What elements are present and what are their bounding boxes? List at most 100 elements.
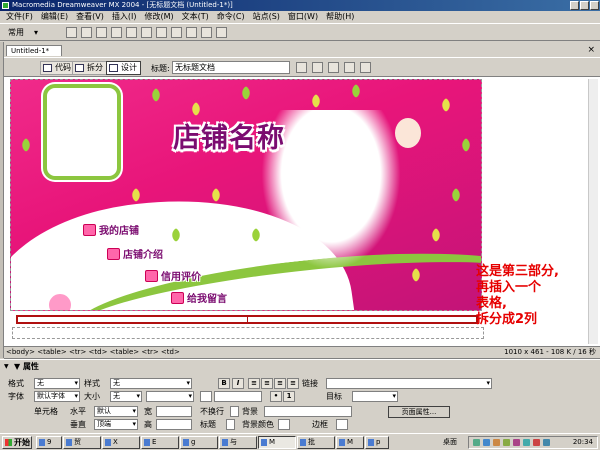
table-cell-outline[interactable] (12, 327, 484, 339)
taskbar-item[interactable]: E (141, 436, 179, 449)
border-color-swatch[interactable] (336, 419, 348, 430)
shop-banner-image[interactable]: 店铺名称 我的店铺 店铺介绍 信用评价 给我留言 (10, 79, 482, 311)
horz-select[interactable]: 默认 (94, 406, 138, 417)
table-column-divider (247, 315, 248, 324)
properties-header[interactable]: ▼ 属性 (4, 362, 39, 372)
maximize-button[interactable] (580, 1, 589, 10)
date-icon[interactable] (171, 27, 182, 38)
insert-category-select[interactable]: 常用 (8, 27, 38, 39)
tray-im-icon[interactable] (483, 439, 490, 446)
taskbar-item[interactable]: 贸 (63, 436, 101, 449)
close-button[interactable] (590, 1, 599, 10)
table-icon[interactable] (111, 27, 122, 38)
text-color-swatch[interactable] (200, 391, 212, 402)
tray-app-icon[interactable] (523, 439, 530, 446)
menu-site[interactable]: 站点(S) (251, 11, 282, 23)
taskbar-item[interactable]: 与 (219, 436, 257, 449)
link-input[interactable] (326, 378, 492, 389)
desktop-toolbar-label[interactable]: 桌面 (443, 437, 457, 448)
menu-window[interactable]: 窗口(W) (286, 11, 320, 23)
design-view-button[interactable]: 设计 (106, 61, 141, 75)
inserted-table-highlight[interactable] (16, 315, 478, 324)
width-input[interactable] (156, 406, 192, 417)
nowrap-label: 不换行 (200, 407, 224, 416)
nav-message[interactable]: 给我留言 (171, 290, 227, 305)
width-label: 宽 (144, 407, 152, 416)
tray-app-icon[interactable] (533, 439, 540, 446)
nowrap-checkbox[interactable] (230, 406, 239, 417)
taskbar-item[interactable]: M (336, 436, 364, 449)
justify-button[interactable]: ≡ (287, 378, 299, 389)
bold-button[interactable]: B (218, 378, 230, 389)
taskbar-item[interactable]: 9 (36, 436, 62, 449)
tray-volume-icon[interactable] (493, 439, 500, 446)
menu-view[interactable]: 查看(V) (74, 11, 106, 23)
menu-help[interactable]: 帮助(H) (324, 11, 356, 23)
tag-chooser-icon[interactable] (216, 27, 227, 38)
start-button[interactable]: 开始 (2, 436, 32, 449)
italic-button[interactable]: I (232, 378, 244, 389)
height-input[interactable] (156, 419, 192, 430)
align-left-button[interactable]: ≡ (248, 378, 260, 389)
image-icon[interactable] (141, 27, 152, 38)
tag-selector[interactable]: <body> <table> <tr> <td> <table> <tr> <t… (6, 347, 180, 358)
comment-icon[interactable] (186, 27, 197, 38)
menu-modify[interactable]: 修改(M) (142, 11, 175, 23)
document-tab[interactable]: Untitled-1* (6, 45, 62, 56)
size-select[interactable]: 无 (110, 391, 142, 402)
font-select[interactable]: 默认字体 (34, 391, 80, 402)
format-label: 格式 (8, 379, 24, 388)
code-view-button[interactable]: 代码 (40, 61, 75, 75)
page-properties-button[interactable]: 页面属性... (388, 406, 450, 418)
file-management-icon[interactable] (296, 62, 307, 73)
bgcolor-swatch[interactable] (278, 419, 290, 430)
debug-icon[interactable] (328, 62, 339, 73)
taskbar-item[interactable]: M (258, 436, 296, 449)
unordered-list-button[interactable]: • (270, 391, 282, 402)
menu-commands[interactable]: 命令(C) (215, 11, 247, 23)
annotation-line: 表格, (476, 296, 507, 311)
header-checkbox[interactable] (226, 419, 235, 430)
vert-select[interactable]: 顶端 (94, 419, 138, 430)
tray-app-icon[interactable] (503, 439, 510, 446)
view-options-icon[interactable] (360, 62, 371, 73)
hyperlink-icon[interactable] (66, 27, 77, 38)
taskbar-item[interactable]: 批 (297, 436, 335, 449)
email-link-icon[interactable] (81, 27, 92, 38)
template-icon[interactable] (201, 27, 212, 38)
tray-app-icon[interactable] (513, 439, 520, 446)
split-view-button[interactable]: 拆分 (72, 61, 107, 75)
text-color-input[interactable] (214, 391, 262, 402)
nav-my-shop[interactable]: 我的店铺 (83, 222, 139, 237)
align-center-button[interactable]: ≡ (261, 378, 273, 389)
menu-insert[interactable]: 插入(I) (110, 11, 139, 23)
media-icon[interactable] (156, 27, 167, 38)
refresh-icon[interactable] (344, 62, 355, 73)
tray-app-icon[interactable] (543, 439, 550, 446)
target-select[interactable] (352, 391, 398, 402)
tray-network-icon[interactable] (473, 439, 480, 446)
minimize-button[interactable] (570, 1, 579, 10)
taskbar-item[interactable]: p (365, 436, 389, 449)
menu-text[interactable]: 文本(T) (180, 11, 211, 23)
menu-file[interactable]: 文件(F) (4, 11, 35, 23)
menu-edit[interactable]: 编辑(E) (39, 11, 70, 23)
taskbar-item[interactable]: X (102, 436, 140, 449)
document-close-icon[interactable]: × (587, 45, 595, 55)
nav-shop-intro[interactable]: 店铺介绍 (107, 246, 163, 261)
preview-browser-icon[interactable] (312, 62, 323, 73)
photo-frame[interactable] (43, 84, 121, 180)
window-size-readout[interactable]: 1010 x 461 - 108 K / 16 秒 (504, 347, 596, 358)
style-select[interactable]: 无 (110, 378, 192, 389)
annotation-line: 再插入一个 (476, 280, 542, 295)
title-input[interactable]: 无标题文档 (172, 61, 290, 74)
align-right-button[interactable]: ≡ (274, 378, 286, 389)
layer-icon[interactable] (126, 27, 137, 38)
taskbar-item[interactable]: g (180, 436, 218, 449)
size-unit-select[interactable] (146, 391, 194, 402)
format-select[interactable]: 无 (34, 378, 80, 389)
ordered-list-button[interactable]: 1 (283, 391, 295, 402)
nav-credit-review[interactable]: 信用评价 (145, 268, 201, 283)
named-anchor-icon[interactable] (96, 27, 107, 38)
bg-image-input[interactable] (264, 406, 352, 417)
